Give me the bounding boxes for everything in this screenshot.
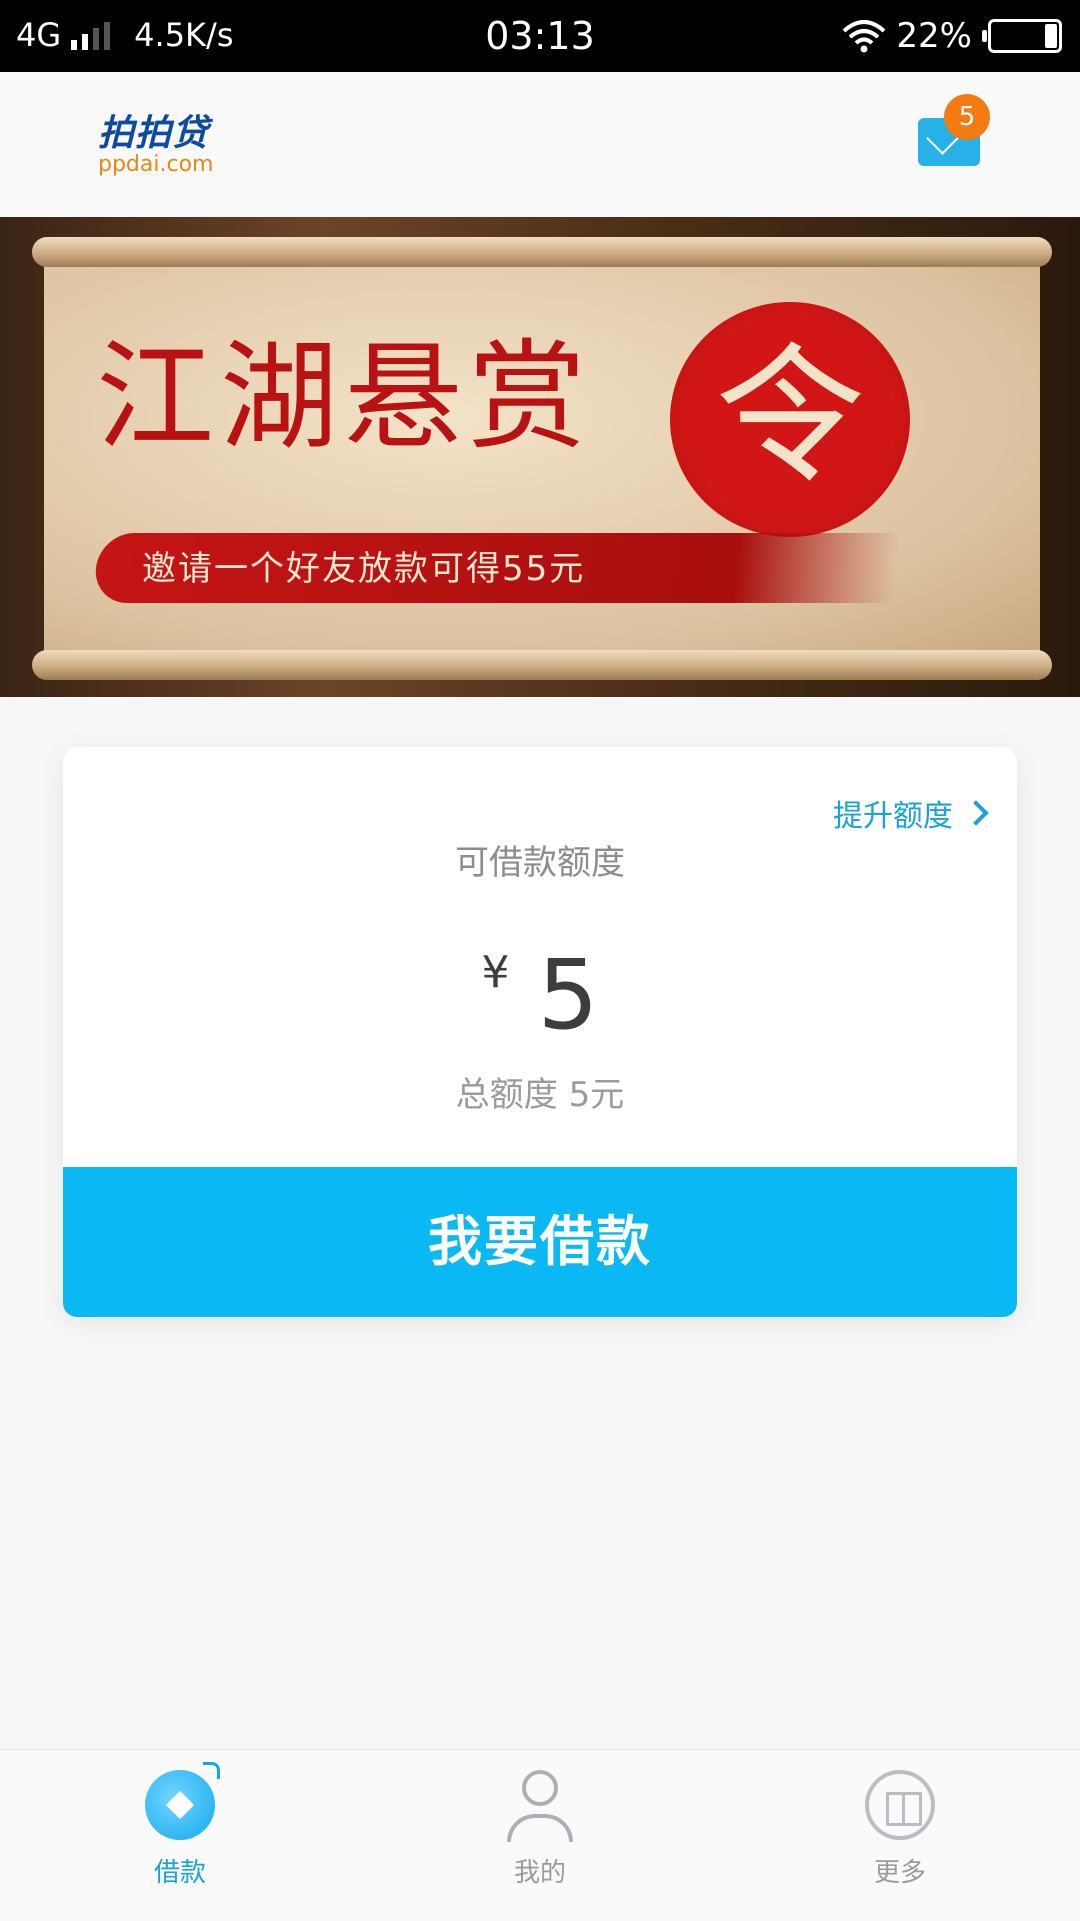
loan-icon — [145, 1762, 220, 1840]
ppdai-logo: 拍拍贷 ppdai.com — [98, 113, 214, 177]
total-limit: 总额度 5元 — [455, 1075, 625, 1115]
chevron-right-icon — [963, 800, 989, 826]
status-bar: 4G 4.5K/s 03:13 22% — [0, 0, 1080, 72]
messages-button[interactable]: 5 — [918, 94, 990, 166]
bottom-nav: 借款 我的 更多 — [0, 1749, 1080, 1921]
currency-symbol: ¥ — [481, 947, 510, 998]
banner-subtitle: 邀请一个好友放款可得55元 — [142, 549, 586, 589]
nav-item-mine[interactable]: 我的 — [440, 1770, 640, 1889]
available-limit-label: 可借款额度 — [455, 843, 625, 883]
wifi-icon — [843, 20, 886, 53]
raise-limit-label: 提升额度 — [833, 799, 953, 834]
scroll-rod-bottom — [32, 650, 1052, 680]
banner-title-char: 令 — [714, 330, 865, 504]
app-header: 拍拍贷 ppdai.com 5 — [0, 72, 1080, 217]
raise-limit-link[interactable]: 提升额度 — [833, 791, 989, 835]
amount-value: 5 — [537, 939, 599, 1051]
battery-icon — [982, 19, 1062, 53]
scroll-rod-top — [32, 237, 1052, 267]
message-count-badge: 5 — [944, 94, 990, 140]
nav-item-more[interactable]: 更多 — [800, 1770, 1000, 1889]
nav-item-loan[interactable]: 借款 — [80, 1762, 280, 1889]
banner-title: 江湖悬赏 — [96, 328, 593, 466]
nav-label-loan: 借款 — [153, 1858, 206, 1888]
nav-label-mine: 我的 — [513, 1858, 566, 1888]
status-right: 22% — [842, 16, 1062, 56]
battery-percent: 22% — [896, 16, 972, 56]
nav-label-more: 更多 — [873, 1858, 926, 1888]
book-icon — [865, 1770, 935, 1840]
promo-banner[interactable]: 令 江湖悬赏 邀请一个好友放款可得55元 — [0, 217, 1080, 697]
available-amount: ¥5 — [63, 939, 1017, 1051]
borrow-button[interactable]: 我要借款 — [63, 1167, 1017, 1317]
user-icon — [505, 1770, 575, 1842]
loan-card: 提升额度 可借款额度 ¥5 总额度 5元 我要借款 — [63, 747, 1017, 1317]
